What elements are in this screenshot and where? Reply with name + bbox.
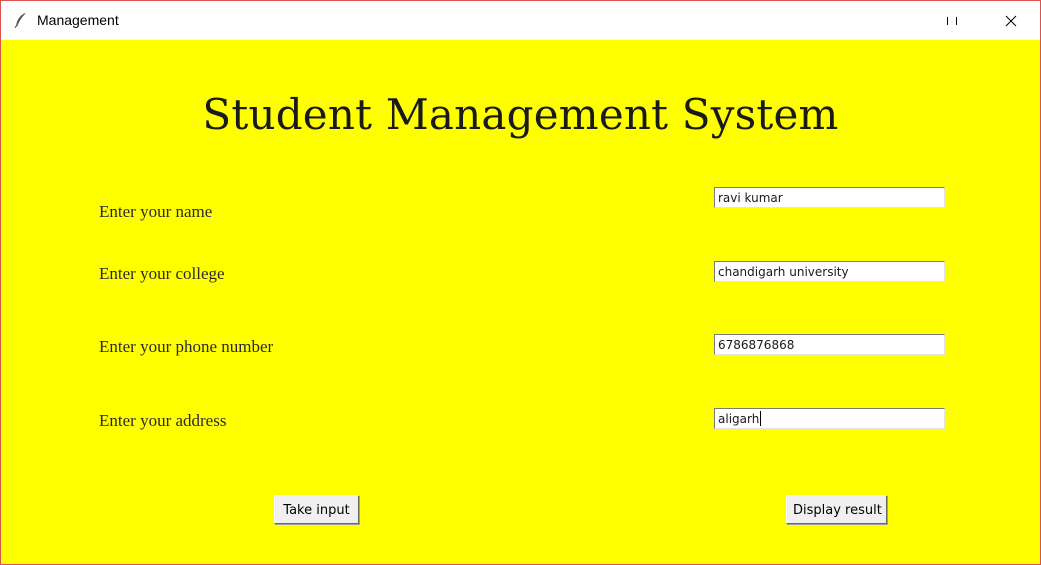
college-input[interactable]: chandigarh university — [714, 261, 945, 282]
name-input[interactable]: ravi kumar — [714, 187, 945, 208]
window-title: Management — [37, 12, 119, 28]
phone-label: Enter your phone number — [99, 337, 274, 356]
feather-icon — [14, 13, 26, 28]
address-input[interactable]: aligarh — [714, 408, 945, 429]
take-input-button[interactable]: Take input — [274, 495, 359, 524]
address-input-value: aligarh — [718, 412, 760, 426]
phone-input[interactable]: 6786876868 — [714, 334, 945, 355]
close-button[interactable] — [988, 1, 1034, 40]
close-icon — [1005, 15, 1017, 26]
phone-input-value: 6786876868 — [718, 338, 795, 352]
text-cursor — [760, 411, 762, 426]
maximize-icon — [947, 16, 957, 25]
name-label: Enter your name — [99, 202, 213, 221]
college-input-value: chandigarh university — [718, 265, 849, 279]
name-input-value: ravi kumar — [718, 191, 783, 205]
maximize-button[interactable] — [929, 1, 975, 40]
app-window: Management Student Management System Ent… — [0, 0, 1041, 565]
title-bar[interactable]: Management — [1, 1, 1040, 40]
college-label: Enter your college — [99, 264, 225, 283]
address-label: Enter your address — [99, 411, 227, 430]
page-title: Student Management System — [202, 90, 839, 139]
display-result-button[interactable]: Display result — [786, 495, 887, 524]
